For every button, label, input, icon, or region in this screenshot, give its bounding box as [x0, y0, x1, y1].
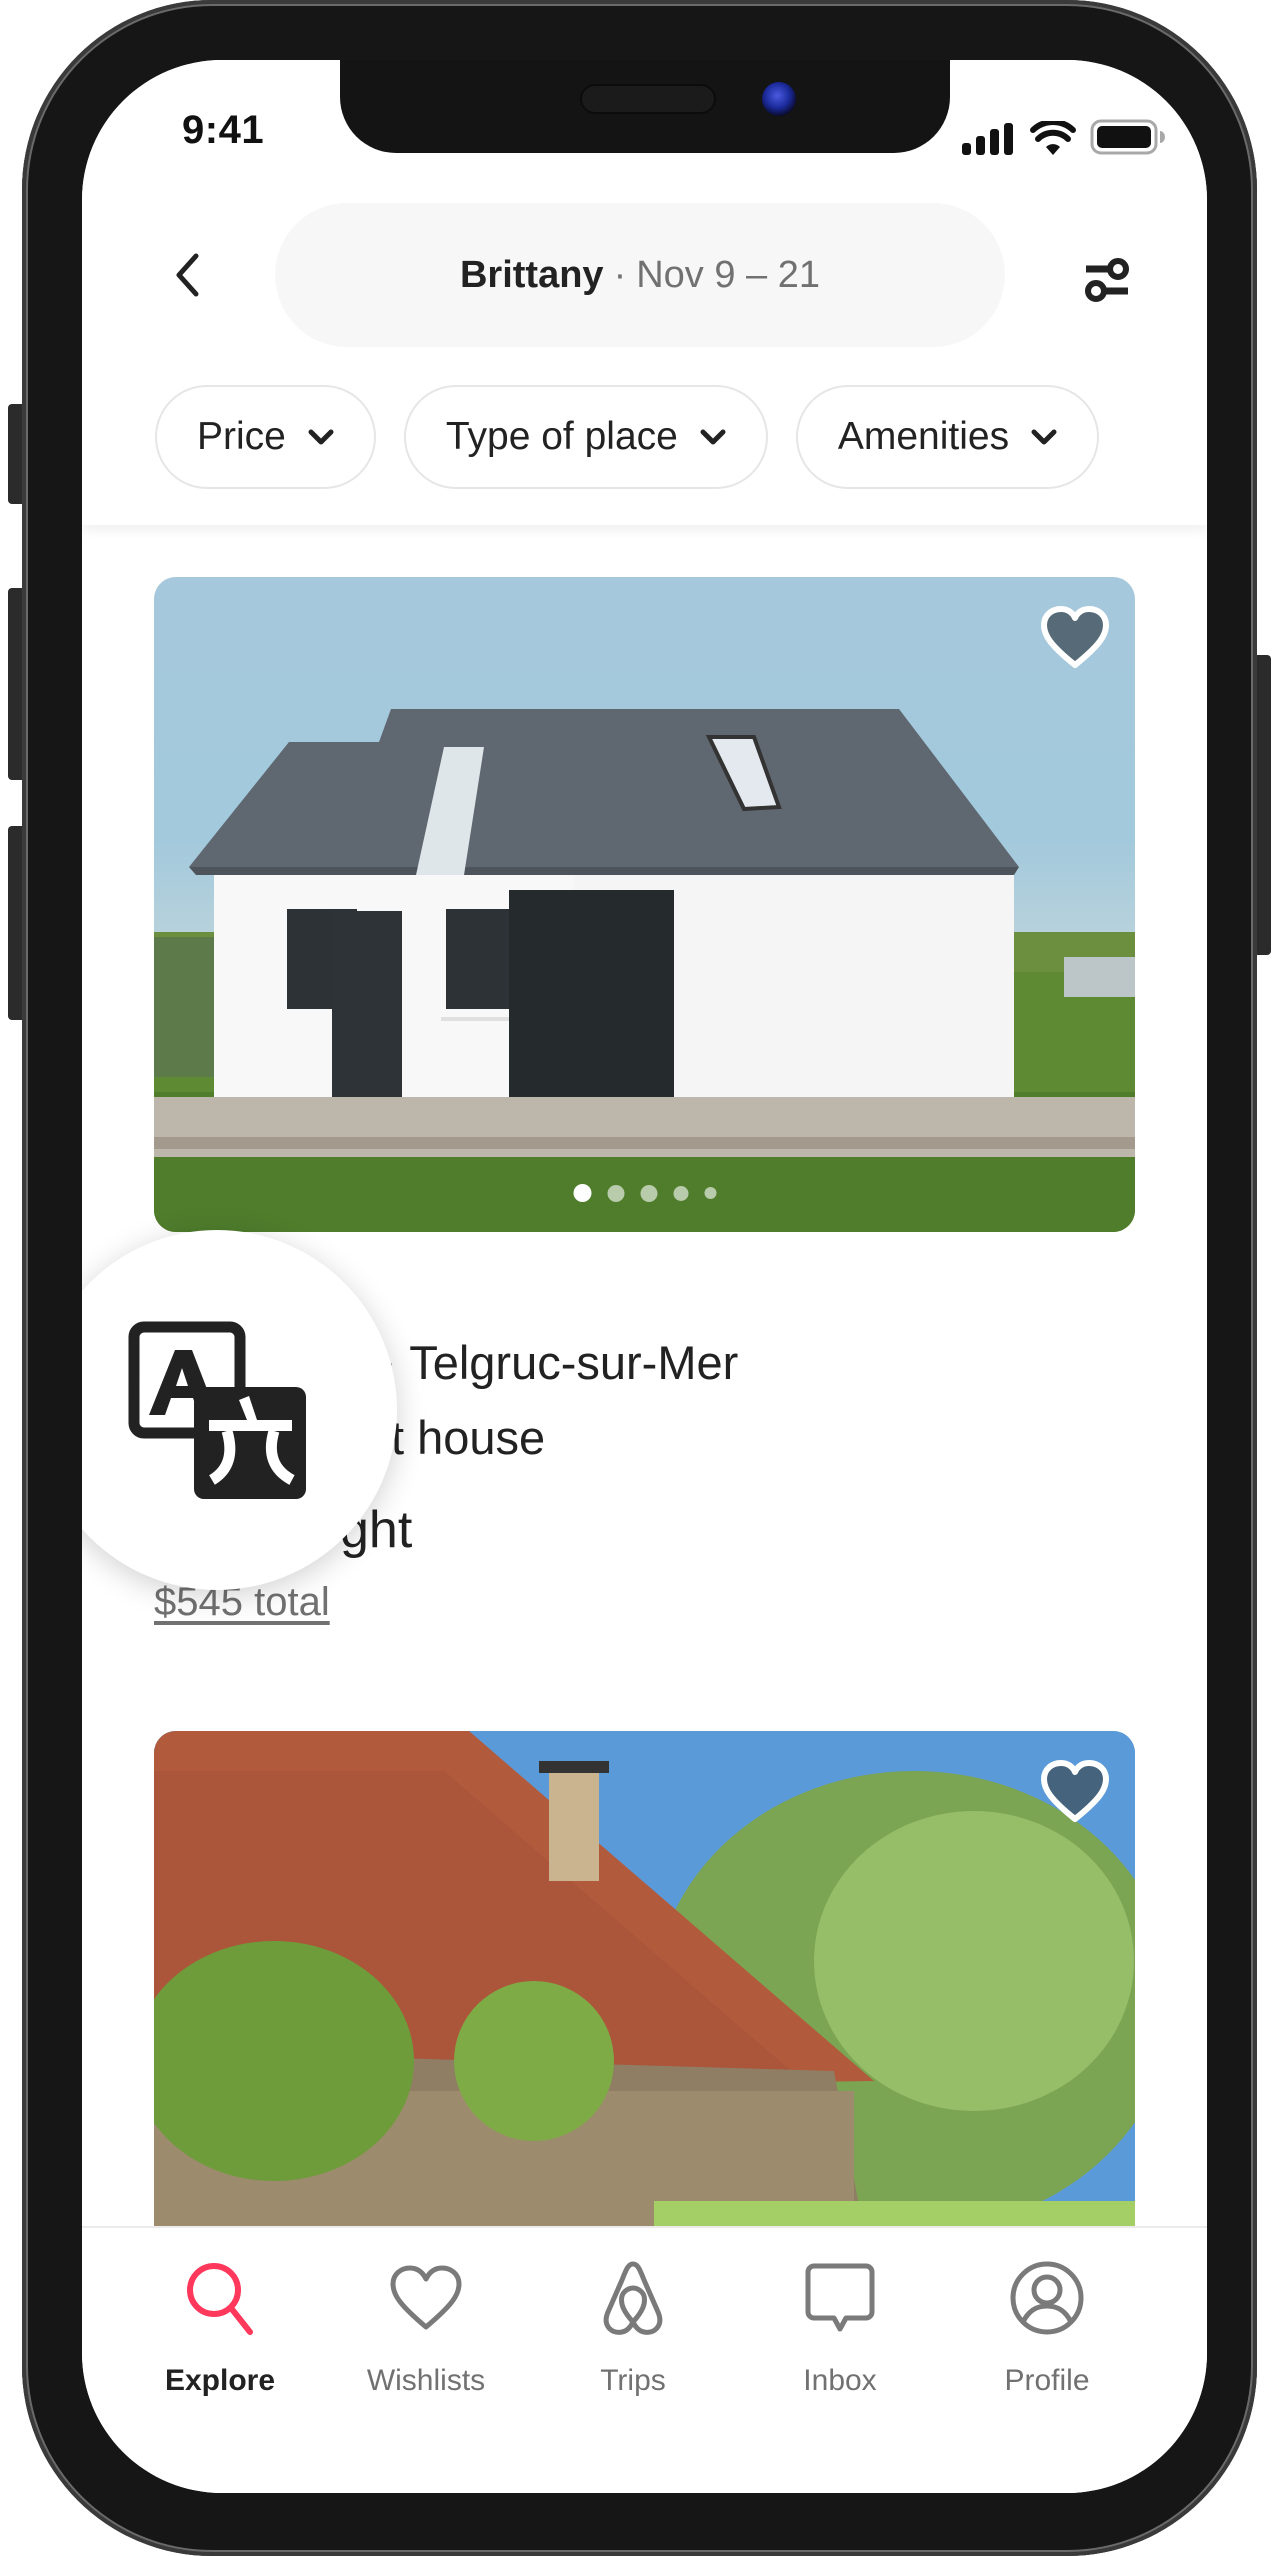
- sliders-icon: [1085, 258, 1129, 302]
- camera: [762, 82, 796, 116]
- volume-up-button: [8, 588, 22, 780]
- chevron-down-icon: [1031, 429, 1057, 445]
- filter-chips: Price Type of place Amenities: [155, 385, 1100, 489]
- notch: [340, 60, 950, 153]
- chip-label: Type of place: [445, 415, 678, 458]
- mute-switch: [8, 404, 22, 504]
- carousel-dot[interactable]: [704, 1187, 716, 1199]
- header: 9:41 Brittany · Nov 9 – 21 Price Type of…: [82, 60, 1207, 525]
- nav-item-inbox[interactable]: Inbox: [740, 2258, 940, 2398]
- nav-item-wishlists[interactable]: Wishlists: [326, 2258, 526, 2398]
- user-circle-icon: [1010, 2261, 1084, 2335]
- save-to-wishlist-button[interactable]: [1040, 605, 1110, 671]
- nav-item-explore[interactable]: Explore: [120, 2258, 320, 2398]
- nav-label: Explore: [164, 2364, 276, 2397]
- cellular-signal-icon: [962, 123, 1013, 155]
- nav-label: Wishlists: [366, 2364, 486, 2397]
- battery-icon: [1090, 119, 1165, 155]
- save-to-wishlist-button[interactable]: [1040, 1759, 1110, 1825]
- speaker: [580, 84, 716, 114]
- carousel-dot[interactable]: [640, 1184, 657, 1202]
- nav-label: Trips: [600, 2364, 666, 2397]
- message-icon: [805, 2263, 875, 2332]
- search-pill[interactable]: Brittany · Nov 9 – 21: [275, 203, 1005, 347]
- search-icon: [187, 2263, 253, 2335]
- carousel-dots: [573, 1184, 716, 1202]
- bottom-nav: Explore Wishlists Trips Inbox Profile: [82, 2226, 1207, 2493]
- search-dates: Nov 9 – 21: [636, 253, 821, 296]
- chevron-left-icon: [176, 253, 199, 297]
- chevron-down-icon: [308, 429, 334, 445]
- airbnb-logo-icon: [603, 2261, 663, 2335]
- carousel-dot-active[interactable]: [573, 1184, 591, 1202]
- heart-icon: [1041, 1760, 1109, 1822]
- chip-type-of-place[interactable]: Type of place: [403, 385, 768, 489]
- listing-photo[interactable]: [154, 1731, 1135, 2286]
- carousel-dot[interactable]: [607, 1184, 624, 1202]
- house-photo: [154, 709, 1135, 1232]
- wifi-icon: [1030, 121, 1076, 155]
- chip-label: Amenities: [837, 415, 1010, 458]
- listing-photo[interactable]: [154, 577, 1135, 1232]
- status-time: 9:41: [182, 108, 265, 152]
- filters-button[interactable]: [1082, 250, 1132, 310]
- translate-icon: [128, 1321, 306, 1499]
- volume-down-button: [8, 826, 22, 1020]
- chip-price[interactable]: Price: [155, 385, 376, 489]
- carousel-dot[interactable]: [673, 1185, 688, 1201]
- heart-icon: [1041, 606, 1109, 668]
- nav-label: Inbox: [803, 2364, 877, 2397]
- chip-amenities[interactable]: Amenities: [795, 385, 1100, 489]
- heart-icon: [390, 2265, 462, 2330]
- nav-item-trips[interactable]: Trips: [533, 2258, 733, 2398]
- search-location: Brittany: [459, 253, 604, 296]
- power-button: [1257, 655, 1271, 955]
- screen: 9:41 Brittany · Nov 9 – 21 Price Type of…: [82, 60, 1207, 2493]
- status-icons: [962, 115, 1166, 155]
- nav-item-profile[interactable]: Profile: [947, 2258, 1147, 2398]
- cottage-photo: [154, 1731, 1135, 2286]
- search-separator: ·: [613, 253, 627, 296]
- chevron-down-icon: [700, 429, 726, 445]
- chip-label: Price: [197, 415, 286, 458]
- back-button[interactable]: [162, 250, 212, 300]
- nav-label: Profile: [1004, 2364, 1090, 2397]
